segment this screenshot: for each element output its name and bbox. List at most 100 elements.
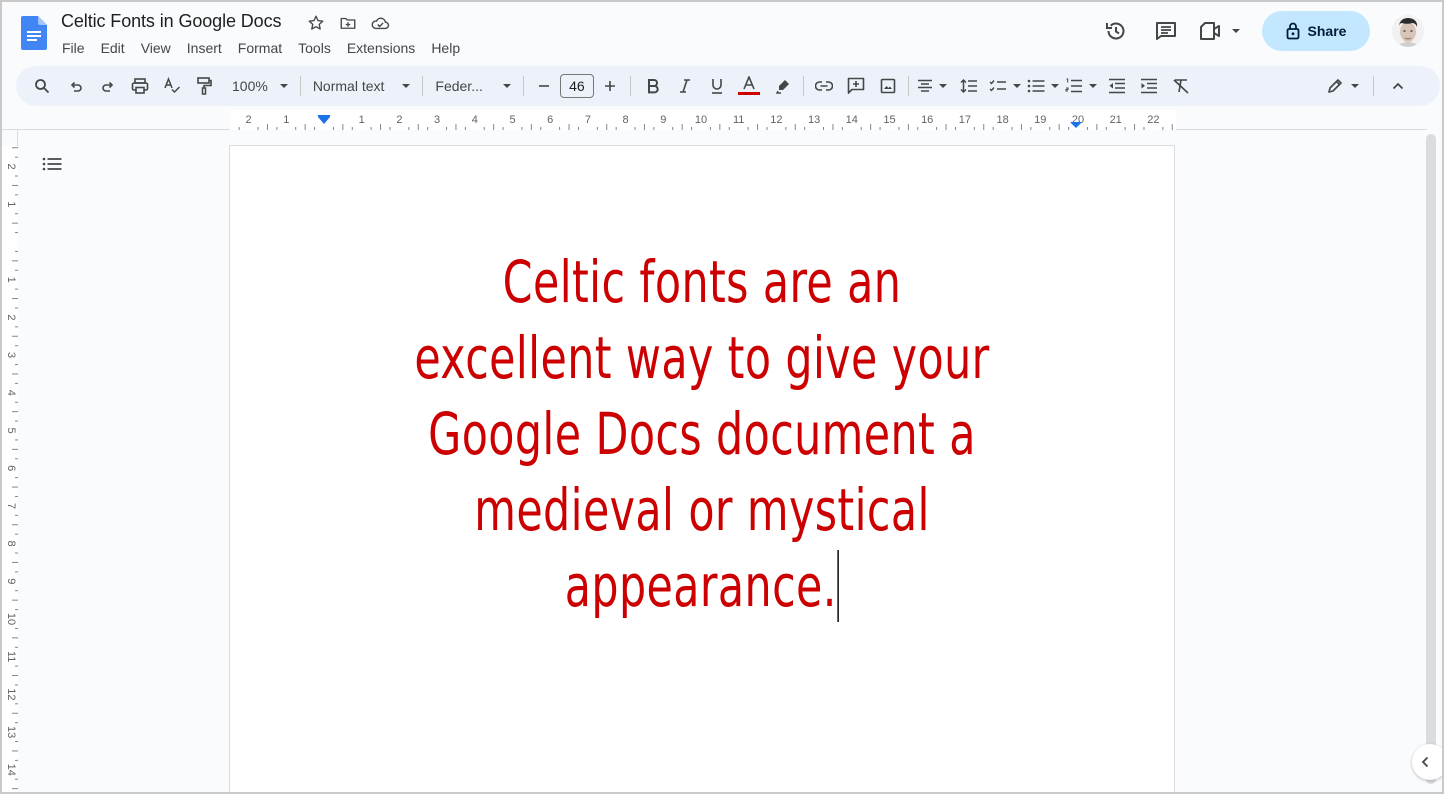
- menu-tools[interactable]: Tools: [290, 38, 339, 58]
- hide-menus-button[interactable]: [1384, 72, 1412, 100]
- chevron-left-icon: [1421, 756, 1429, 768]
- font-family-select[interactable]: Feder...: [429, 72, 516, 100]
- ruler-label: 5: [509, 114, 515, 126]
- horizontal-ruler[interactable]: 2 1 1 2 3 4 5 6 7 8 9 10 11 12 13 14 15 16 17 18 19 20 21 22: [2, 110, 1427, 130]
- increase-font-size-button[interactable]: [596, 72, 624, 100]
- ruler-label: 2: [396, 114, 402, 126]
- menu-format[interactable]: Format: [230, 38, 290, 58]
- ruler-label: 11: [5, 651, 17, 662]
- document-title[interactable]: Celtic Fonts in Google Docs: [61, 11, 282, 32]
- divider: [1373, 76, 1374, 96]
- bold-button[interactable]: [639, 72, 667, 100]
- meet-button[interactable]: [1198, 20, 1240, 42]
- ruler-label: 13: [5, 726, 17, 738]
- text-color-button[interactable]: [735, 72, 763, 100]
- spellcheck-button[interactable]: [158, 72, 186, 100]
- insert-image-button[interactable]: [874, 72, 902, 100]
- add-comment-button[interactable]: [842, 72, 870, 100]
- font-family-value: Feder...: [435, 78, 483, 94]
- paint-format-button[interactable]: [190, 72, 218, 100]
- outline-list-icon: [42, 157, 62, 171]
- print-button[interactable]: [126, 72, 154, 100]
- move-to-folder-icon[interactable]: [337, 12, 359, 34]
- highlight-color-button[interactable]: [769, 72, 797, 100]
- ruler-label: 9: [5, 578, 17, 584]
- undo-button[interactable]: [62, 72, 90, 100]
- star-icon[interactable]: [305, 12, 327, 34]
- menu-help[interactable]: Help: [423, 38, 468, 58]
- vertical-scrollbar[interactable]: [1426, 134, 1436, 784]
- google-docs-logo-icon[interactable]: [21, 16, 47, 50]
- document-outline-button[interactable]: [38, 150, 66, 178]
- ruler-label: 10: [695, 114, 707, 126]
- ruler-label: 1: [5, 201, 17, 207]
- divider: [629, 76, 631, 96]
- user-avatar[interactable]: [1392, 15, 1424, 47]
- add-comment-icon: [847, 77, 865, 94]
- italic-icon: [679, 79, 690, 93]
- divider: [299, 76, 301, 96]
- share-button[interactable]: Share: [1262, 11, 1370, 51]
- highlighter-icon: [775, 80, 789, 94]
- menu-insert[interactable]: Insert: [179, 38, 230, 58]
- line-spacing-button[interactable]: [955, 72, 983, 100]
- ruler-label: 8: [5, 541, 17, 547]
- ruler-label: 2: [5, 314, 17, 320]
- side-panel-toggle[interactable]: [1412, 744, 1442, 780]
- ruler-label: 4: [5, 390, 17, 396]
- decrease-font-size-button[interactable]: [530, 72, 558, 100]
- document-page[interactable]: Celtic fonts are an excellent way to giv…: [229, 145, 1175, 792]
- divider: [422, 76, 424, 96]
- redo-button[interactable]: [94, 72, 122, 100]
- ruler-label: 5: [5, 427, 17, 433]
- text-line: excellent way to give your: [414, 324, 990, 392]
- ruler-label: 14: [5, 764, 17, 776]
- vertical-ruler[interactable]: 2 1 1 2 3 4 5 6 7 8 9 10 11 12 13 14: [2, 130, 18, 792]
- paragraph-style-select[interactable]: Normal text: [307, 72, 417, 100]
- document-body[interactable]: Celtic fonts are an excellent way to giv…: [315, 244, 1089, 624]
- italic-button[interactable]: [671, 72, 699, 100]
- chevron-down-icon: [1050, 84, 1059, 88]
- menu-extensions[interactable]: Extensions: [339, 38, 423, 58]
- zoom-select[interactable]: 100%: [226, 72, 294, 100]
- decrease-indent-button[interactable]: [1103, 72, 1131, 100]
- numbered-list-icon: [1065, 78, 1082, 93]
- redo-icon: [102, 81, 114, 92]
- menu-view[interactable]: View: [133, 38, 179, 58]
- title-bar: Celtic Fonts in Google Docs File Edit Vi…: [2, 2, 1442, 64]
- chevron-down-icon: [1232, 29, 1240, 33]
- search-menus-button[interactable]: [28, 72, 56, 100]
- comments-icon[interactable]: [1148, 13, 1184, 49]
- minus-icon: [538, 85, 549, 87]
- ruler-label: 4: [472, 114, 478, 126]
- bulleted-list-select[interactable]: [1027, 72, 1059, 100]
- chevron-down-icon: [1088, 84, 1097, 88]
- chevron-down-icon: [502, 84, 511, 88]
- insert-link-button[interactable]: [810, 72, 838, 100]
- checklist-select[interactable]: [989, 72, 1021, 100]
- align-select[interactable]: [915, 72, 949, 100]
- version-history-icon[interactable]: [1098, 13, 1134, 49]
- bold-icon: [647, 79, 659, 94]
- increase-indent-button[interactable]: [1135, 72, 1163, 100]
- spellcheck-icon: [164, 77, 181, 94]
- ruler-label: 6: [547, 114, 553, 126]
- menu-file[interactable]: File: [54, 38, 93, 58]
- ruler-label: 22: [1147, 114, 1159, 126]
- ruler-label: 6: [5, 465, 17, 471]
- cloud-saved-icon[interactable]: [369, 12, 391, 34]
- line-spacing-icon: [960, 78, 977, 94]
- menu-edit[interactable]: Edit: [93, 38, 133, 58]
- chevron-down-icon: [938, 84, 947, 88]
- clear-formatting-button[interactable]: [1167, 72, 1195, 100]
- font-size-input[interactable]: 46: [559, 74, 594, 98]
- underline-button[interactable]: [703, 72, 731, 100]
- editing-mode-select[interactable]: [1323, 72, 1363, 100]
- ruler-label: 16: [921, 114, 933, 126]
- chevron-down-icon: [402, 84, 411, 88]
- text-line-last: appearance.: [315, 548, 1089, 624]
- plus-icon: [604, 81, 615, 91]
- chevron-down-icon: [1351, 84, 1359, 88]
- ruler-label: 14: [846, 114, 858, 126]
- numbered-list-select[interactable]: [1065, 72, 1097, 100]
